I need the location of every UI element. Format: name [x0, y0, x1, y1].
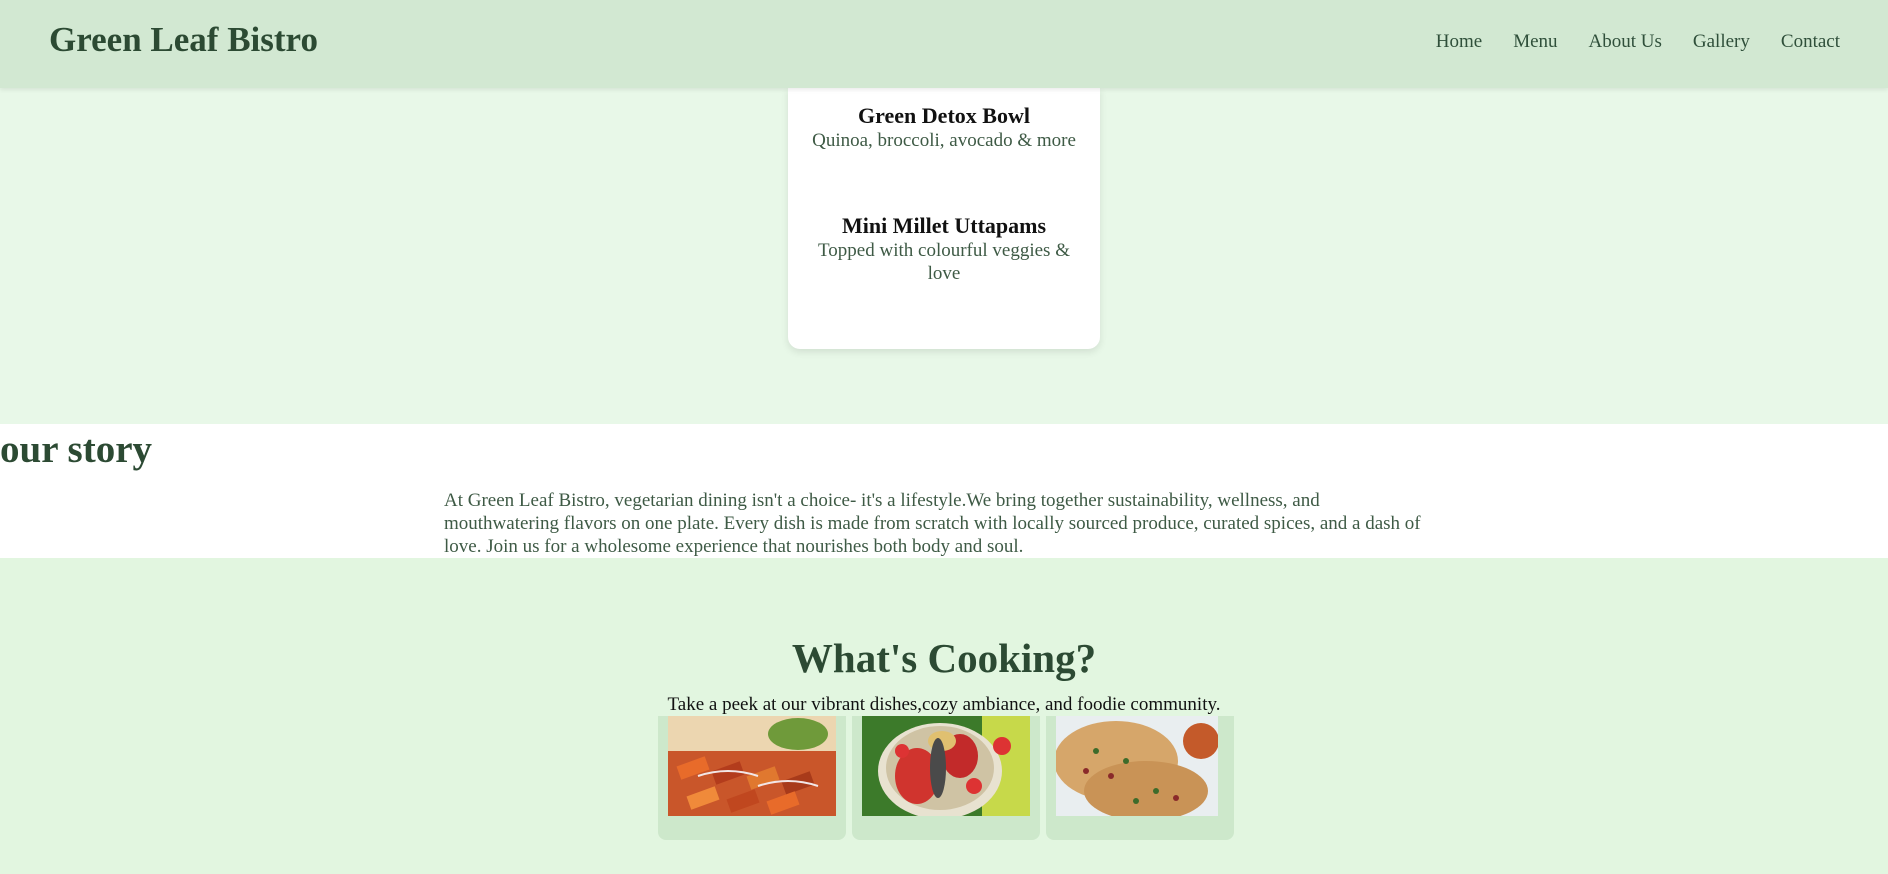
brand-logo[interactable]: Green Leaf Bistro	[49, 20, 318, 60]
photo-gallery	[658, 716, 1234, 840]
story-title: our story	[0, 428, 153, 471]
cooking-subtitle: Take a peek at our vibrant dishes,cozy a…	[667, 694, 1221, 715]
dish-name: Green Detox Bowl	[858, 103, 1030, 128]
nav-home[interactable]: Home	[1436, 31, 1482, 53]
nav-menu[interactable]: Menu	[1513, 31, 1557, 53]
dish-name: Mini Millet Uttapams	[841, 213, 1047, 238]
gallery-card-smoothie-bowl[interactable]	[852, 716, 1040, 840]
dish-description: Topped with colourful veggies & love	[818, 240, 1070, 284]
site-header: Green Leaf Bistro Home Menu About Us Gal…	[0, 0, 1888, 88]
menu-section: Green Detox Bowl Quinoa, broccoli, avoca…	[0, 88, 1888, 424]
nav-contact[interactable]: Contact	[1781, 31, 1840, 53]
cooking-title: What's Cooking?	[791, 635, 1097, 681]
uttapam-photo	[1056, 716, 1218, 816]
gallery-card-skewers[interactable]	[658, 716, 846, 840]
nav-about-us[interactable]: About Us	[1589, 31, 1662, 53]
story-text: At Green Leaf Bistro, vegetarian dining …	[444, 490, 1421, 557]
whats-cooking-section: What's Cooking? Take a peek at our vibra…	[0, 558, 1888, 874]
dish-item: Green Detox Bowl Quinoa, broccoli, avoca…	[788, 103, 1100, 152]
skewers-photo	[668, 716, 836, 816]
story-section: our story At Green Leaf Bistro, vegetari…	[0, 424, 1888, 558]
dish-item: Mini Millet Uttapams Topped with colourf…	[788, 213, 1100, 285]
smoothie-bowl-photo	[862, 716, 1030, 816]
gallery-card-uttapam[interactable]	[1046, 716, 1234, 840]
nav-gallery[interactable]: Gallery	[1693, 31, 1750, 53]
dish-description: Quinoa, broccoli, avocado & more	[812, 130, 1076, 151]
menu-card: Green Detox Bowl Quinoa, broccoli, avoca…	[788, 88, 1100, 349]
main-nav: Home Menu About Us Gallery Contact	[1436, 31, 1840, 53]
